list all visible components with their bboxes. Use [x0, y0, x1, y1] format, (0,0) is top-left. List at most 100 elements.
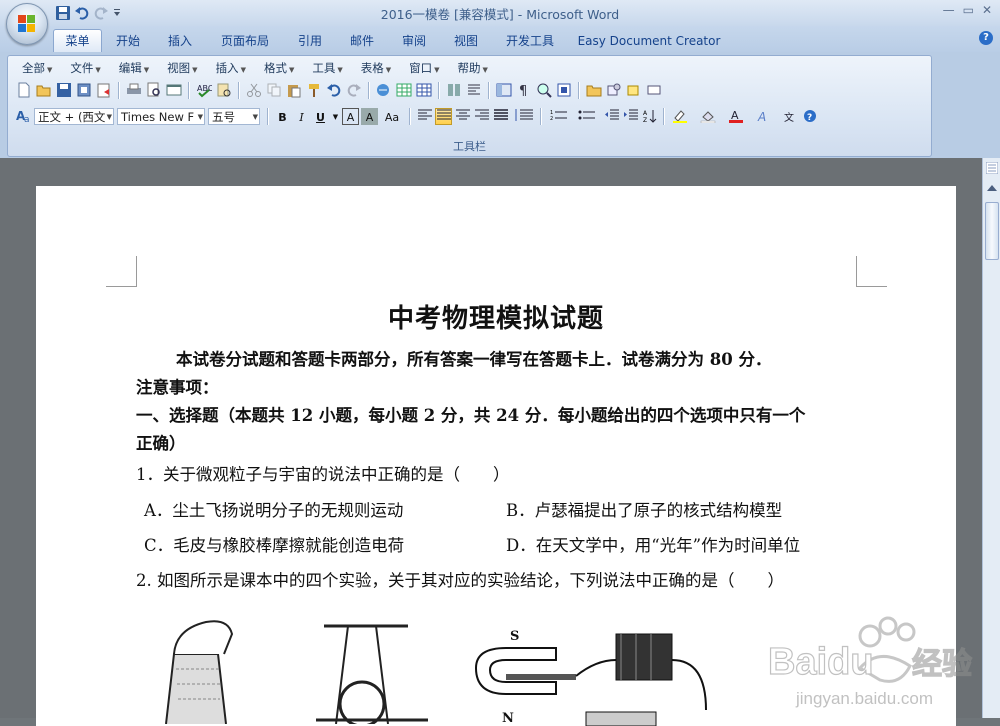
change-case-button[interactable]: Aa — [380, 108, 404, 125]
tab-easy-document-creator[interactable]: Easy Document Creator — [574, 31, 724, 51]
align-left-icon[interactable] — [416, 108, 433, 125]
undo-icon[interactable] — [326, 82, 342, 98]
style-combo-value: 正文 + (西文 — [38, 109, 106, 124]
notice-heading: 注意事项： — [136, 378, 219, 397]
separator — [409, 107, 411, 125]
bullets-icon[interactable] — [575, 108, 601, 125]
menu-help[interactable]: 帮助 ▼ — [449, 59, 497, 77]
font-size-combo[interactable]: 五号 ▼ — [208, 107, 260, 125]
bold-button[interactable]: B — [274, 108, 291, 125]
office-button[interactable] — [6, 3, 48, 45]
print-preview-icon[interactable] — [146, 82, 162, 98]
phonetic-guide-icon[interactable]: 文 — [782, 108, 799, 125]
line-spacing-icon[interactable] — [511, 108, 535, 125]
tables-borders-icon[interactable] — [396, 82, 412, 98]
save-icon[interactable] — [56, 82, 72, 98]
justify-icon[interactable] — [435, 107, 452, 125]
decrease-indent-icon[interactable] — [603, 108, 620, 125]
align-right-icon[interactable] — [473, 108, 490, 125]
styles-icon[interactable]: Aa — [16, 108, 32, 125]
classic-menubar: 全部 ▼ 文件 ▼ 编辑 ▼ 视图 ▼ 插入 ▼ 格式 ▼ 工具 ▼ 表格 ▼ 窗口 ▼ 帮助 ▼ — [13, 59, 497, 77]
tab-home[interactable]: 开始 — [108, 31, 148, 51]
research-icon[interactable] — [216, 82, 232, 98]
shapes-icon[interactable] — [606, 82, 622, 98]
character-border-button[interactable]: A — [342, 107, 359, 125]
open-folder-icon[interactable] — [36, 82, 52, 98]
scroll-thumb[interactable] — [985, 202, 999, 260]
copy-icon[interactable] — [266, 82, 282, 98]
menu-edit-label: 编辑 — [118, 61, 142, 75]
menu-view[interactable]: 视图 ▼ — [158, 59, 206, 77]
style-combo[interactable]: 正文 + (西文 ▼ — [34, 107, 114, 125]
show-hide-icon[interactable]: ¶ — [516, 82, 532, 99]
separator — [267, 107, 269, 125]
separator — [488, 81, 490, 99]
zoom-icon[interactable] — [536, 82, 552, 98]
underline-dropdown-icon[interactable]: ▼ — [331, 108, 340, 125]
question-1-option-d: D．在天文学中，用“光年”作为时间单位 — [506, 536, 801, 555]
tab-insert[interactable]: 插入 — [160, 31, 200, 51]
standard-toolbar: ABC ¶ — [14, 80, 664, 100]
tab-references[interactable]: 引用 — [290, 31, 330, 51]
highlight-shapes-icon[interactable] — [626, 82, 642, 98]
align-center-icon[interactable] — [454, 108, 471, 125]
redo-icon[interactable] — [346, 82, 362, 98]
menu-format[interactable]: 格式 ▼ — [255, 59, 303, 77]
menu-edit[interactable]: 编辑 ▼ — [110, 59, 158, 77]
distributed-icon[interactable] — [492, 108, 509, 125]
drawing-icon[interactable] — [466, 82, 482, 98]
new-document-icon[interactable] — [16, 82, 32, 98]
tab-review[interactable]: 审阅 — [394, 31, 434, 51]
font-combo[interactable]: Times New F ▼ — [117, 107, 205, 125]
columns-icon[interactable] — [446, 82, 462, 98]
hyperlink-icon[interactable] — [376, 82, 392, 98]
folder-icon[interactable] — [586, 82, 602, 98]
maximize-button[interactable]: ▭ — [963, 3, 974, 17]
italic-button[interactable]: I — [293, 108, 310, 125]
paste-icon[interactable] — [286, 82, 302, 98]
minimize-button[interactable]: — — [943, 3, 955, 17]
tab-menu[interactable]: 菜单 — [53, 29, 102, 53]
tab-mailings[interactable]: 邮件 — [342, 31, 382, 51]
insert-table-icon[interactable] — [416, 82, 432, 98]
help-icon[interactable]: ? — [979, 31, 993, 45]
underline-button[interactable]: U — [312, 108, 329, 125]
separator — [118, 81, 120, 99]
sort-icon[interactable]: AZ — [641, 108, 658, 125]
menu-tools[interactable]: 工具 ▼ — [303, 59, 351, 77]
tab-developer[interactable]: 开发工具 — [498, 31, 562, 51]
full-screen-icon[interactable] — [556, 82, 572, 98]
numbering-icon[interactable]: 12 — [547, 108, 573, 125]
help-circle-icon[interactable]: ? — [801, 108, 818, 125]
separator — [663, 107, 665, 125]
tab-page-layout[interactable]: 页面布局 — [212, 31, 278, 51]
menu-insert[interactable]: 插入 ▼ — [207, 59, 255, 77]
permission-icon[interactable] — [76, 82, 92, 98]
print-icon[interactable] — [126, 82, 142, 98]
menu-file[interactable]: 文件 ▼ — [61, 59, 109, 77]
spelling-icon[interactable]: ABC — [196, 82, 214, 98]
character-shading-button[interactable]: A — [361, 107, 378, 125]
email-icon[interactable] — [96, 82, 112, 98]
baidu-jingyan-watermark: Baidu 经验 jingyan.baidu.com — [767, 616, 973, 708]
shading-color-icon[interactable] — [698, 108, 724, 125]
text-effects-icon[interactable]: A — [754, 108, 780, 125]
increase-indent-icon[interactable] — [622, 108, 639, 125]
scroll-up-icon[interactable] — [986, 184, 998, 192]
highlight-color-icon[interactable] — [670, 108, 696, 125]
tab-view[interactable]: 视图 — [446, 31, 486, 51]
close-button[interactable]: ✕ — [982, 3, 992, 17]
cut-icon[interactable] — [246, 82, 262, 98]
document-map-icon[interactable] — [496, 82, 512, 98]
section-heading-line1: 一、选择题（本题共 12 小题，每小题 2 分，共 24 分．每小题给出的四个选… — [136, 406, 806, 425]
web-preview-icon[interactable] — [166, 82, 182, 98]
menu-all[interactable]: 全部 ▼ — [13, 59, 61, 77]
textbox-icon[interactable] — [646, 82, 662, 98]
font-color-icon[interactable]: A — [726, 108, 752, 125]
toolbar-group-label: 工具栏 — [453, 140, 486, 153]
ruler-toggle-icon[interactable] — [986, 162, 998, 174]
menu-window[interactable]: 窗口 ▼ — [400, 59, 448, 77]
menu-table[interactable]: 表格 ▼ — [352, 59, 400, 77]
format-painter-icon[interactable] — [306, 82, 322, 98]
menu-file-label: 文件 — [70, 61, 94, 75]
